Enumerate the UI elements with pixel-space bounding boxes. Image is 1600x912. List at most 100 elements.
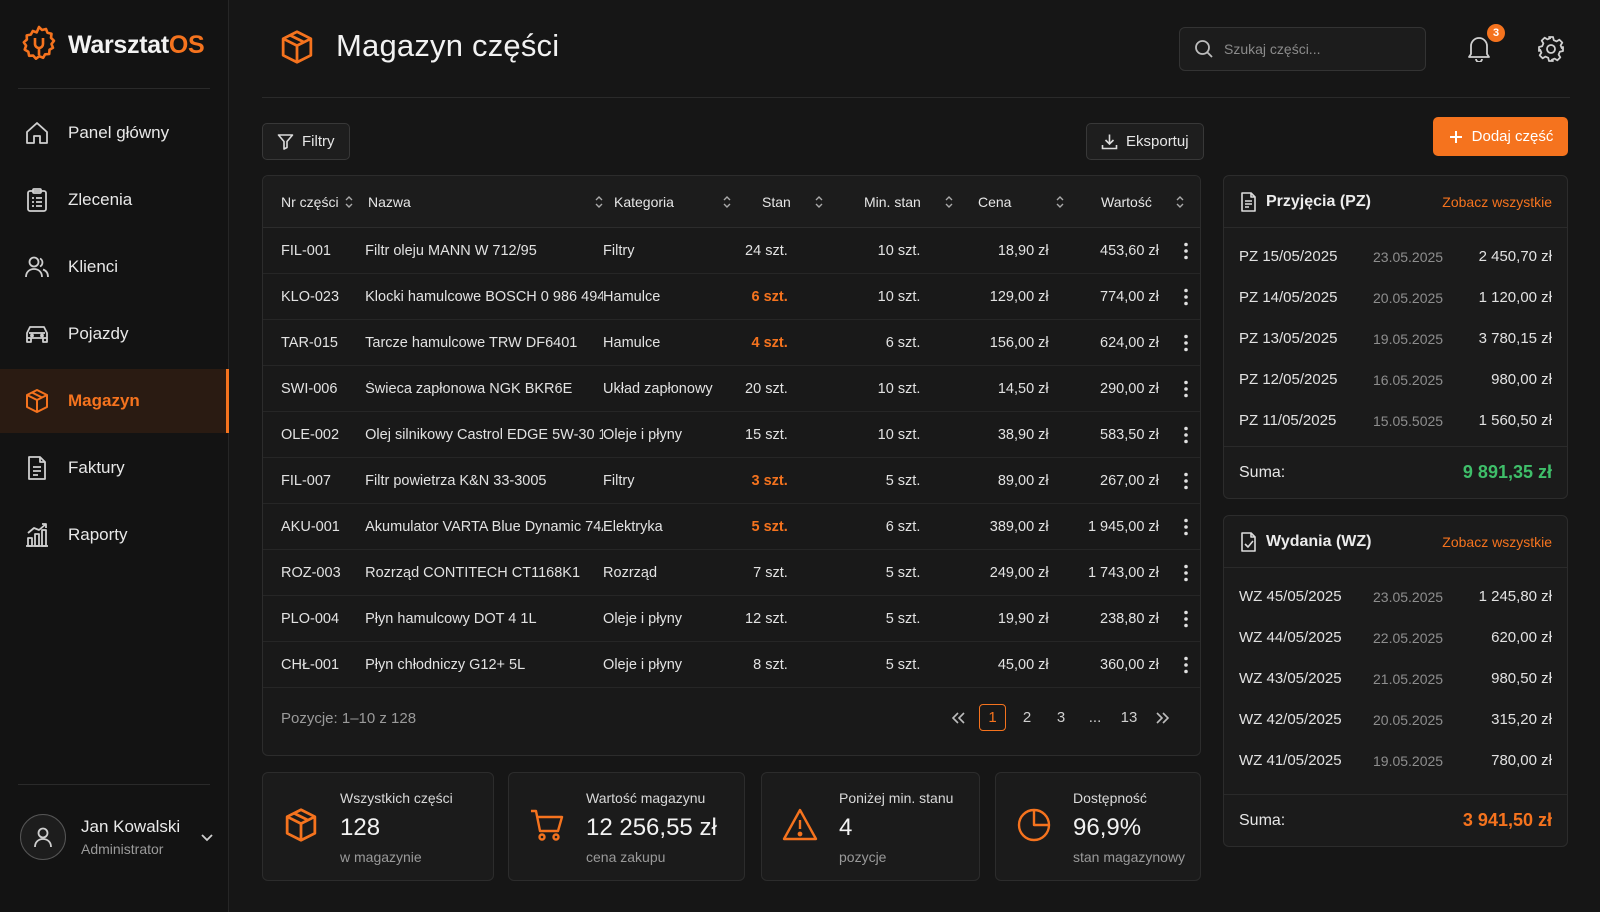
column-header-cena[interactable]: Cena — [960, 194, 1073, 210]
sidebar-item-zlecenia[interactable]: Zlecenia — [0, 168, 229, 232]
cell-category: Filtry — [603, 472, 635, 489]
document-date: 22.05.2025 — [1373, 629, 1444, 646]
clipboard-icon — [24, 187, 50, 213]
sidebar-item-klienci[interactable]: Klienci — [0, 235, 229, 299]
cell-value: 453,60 zł — [1100, 242, 1159, 259]
list-item[interactable]: PZ 11/05/2025 15.05.5025 1 560,50 zł — [1224, 400, 1567, 441]
header-divider — [262, 97, 1570, 98]
cell-part-number: OLE-002 — [281, 426, 340, 443]
more-options-icon[interactable] — [1173, 610, 1200, 628]
list-item[interactable]: PZ 14/05/2025 20.05.2025 1 120,00 zł — [1224, 277, 1567, 318]
download-icon — [1101, 133, 1118, 150]
page-button[interactable]: 1 — [979, 704, 1006, 731]
more-options-icon[interactable] — [1173, 334, 1200, 352]
sort-icon — [594, 195, 604, 209]
table-row[interactable]: FIL-007 Filtr powietrza K&N 33-3005 Filtry… — [263, 458, 1200, 504]
user-menu[interactable]: Jan Kowalski Administrator — [20, 810, 215, 864]
page-button[interactable]: ... — [1078, 704, 1112, 731]
sidebar-item-magazyn[interactable]: Magazyn — [0, 369, 229, 433]
search-input[interactable] — [1224, 41, 1404, 57]
cell-part-number: PLO-004 — [281, 610, 340, 627]
document-export-icon — [1239, 531, 1258, 552]
user-name: Jan Kowalski — [81, 817, 181, 836]
stat-label: Wszystkich części — [340, 790, 453, 806]
sidebar-item-faktury[interactable]: Faktury — [0, 436, 229, 500]
cell-name: Tarcze hamulcowe TRW DF6401 — [365, 334, 578, 351]
filter-button[interactable]: Filtry — [262, 123, 350, 160]
document-number: PZ 11/05/2025 — [1239, 412, 1337, 429]
warning-icon — [782, 807, 818, 843]
table-row[interactable]: TAR-015 Tarcze hamulcowe TRW DF6401 Hamulc… — [263, 320, 1200, 366]
more-options-icon[interactable] — [1173, 518, 1200, 536]
cell-category: Oleje i płyny — [603, 426, 683, 443]
add-part-button[interactable]: Dodaj część — [1433, 117, 1568, 156]
cell-value: 238,80 zł — [1100, 610, 1159, 627]
last-page-icon[interactable] — [1146, 704, 1180, 731]
list-item[interactable]: PZ 12/05/2025 16.05.2025 980,00 zł — [1224, 359, 1567, 400]
table-row[interactable]: ROZ-003 Rozrząd CONTITECH CT1168K1 Rozrząd… — [263, 550, 1200, 596]
cell-category: Hamulce — [603, 288, 661, 305]
page-button[interactable]: 13 — [1112, 704, 1146, 731]
table-row[interactable]: KLO-023 Klocki hamulcowe BOSCH 0 986 494 … — [263, 274, 1200, 320]
list-item[interactable]: WZ 44/05/2025 22.05.2025 620,00 zł — [1224, 617, 1567, 658]
list-item[interactable]: PZ 13/05/2025 19.05.2025 3 780,15 zł — [1224, 318, 1567, 359]
cell-name: Klocki hamulcowe BOSCH 0 986 494 245 — [365, 288, 604, 305]
list-item[interactable]: WZ 42/05/2025 20.05.2025 315,20 zł — [1224, 699, 1567, 740]
sidebar-divider — [18, 784, 210, 785]
app-logo[interactable]: WarsztatOS — [18, 22, 205, 68]
sidebar-divider — [18, 88, 210, 89]
column-header-wartosc[interactable]: Wartość — [1073, 194, 1187, 210]
cell-price: 19,90 zł — [997, 610, 1049, 627]
table-row[interactable]: OLE-002 Olej silnikowy Castrol EDGE 5W-30… — [263, 412, 1200, 458]
sidebar-item-pojazdy[interactable]: Pojazdy — [0, 302, 229, 366]
document-number: PZ 14/05/2025 — [1239, 289, 1338, 306]
see-all-receipts-link[interactable]: Zobacz wszystkie — [1442, 194, 1552, 210]
stat-label: Poniżej min. stanu — [839, 790, 954, 806]
column-header-nr[interactable]: Nr części — [263, 194, 368, 210]
cell-name: Świeca zapłonowa NGK BKR6E — [365, 380, 573, 397]
table-row[interactable]: FIL-001 Filtr oleju MANN W 712/95 Filtry 24… — [263, 228, 1200, 274]
sidebar-item-raporty[interactable]: Raporty — [0, 503, 229, 567]
table-row[interactable]: AKU-001 Akumulator VARTA Blue Dynamic 74A… — [263, 504, 1200, 550]
see-all-issues-link[interactable]: Zobacz wszystkie — [1442, 534, 1552, 550]
more-options-icon[interactable] — [1173, 288, 1200, 306]
more-options-icon[interactable] — [1173, 472, 1200, 490]
more-options-icon[interactable] — [1173, 426, 1200, 444]
issues-list: WZ 45/05/2025 23.05.2025 1 245,80 zł WZ 44/… — [1224, 568, 1567, 781]
table-row[interactable]: PLO-004 Płyn hamulcowy DOT 4 1L Oleje i pł… — [263, 596, 1200, 642]
table-row[interactable]: SWI-006 Świeca zapłonowa NGK BKR6E Układ z… — [263, 366, 1200, 412]
list-item[interactable]: WZ 41/05/2025 19.05.2025 780,00 zł — [1224, 740, 1567, 781]
cell-category: Oleje i płyny — [603, 610, 683, 627]
column-header-nazwa[interactable]: Nazwa — [368, 194, 614, 210]
cell-min-stock: 10 szt. — [877, 380, 921, 397]
page-title: Magazyn części — [336, 28, 560, 63]
more-options-icon[interactable] — [1173, 564, 1200, 582]
panel-title: Przyjęcia (PZ) — [1266, 192, 1371, 210]
more-options-icon[interactable] — [1173, 242, 1200, 260]
more-options-icon[interactable] — [1173, 380, 1200, 398]
sidebar-item-panel-glowny[interactable]: Panel główny — [0, 101, 229, 165]
cell-part-number: CHŁ-001 — [281, 656, 340, 673]
user-info: Jan Kowalski Administrator — [81, 817, 199, 857]
cell-part-number: AKU-001 — [281, 518, 340, 535]
document-number: PZ 13/05/2025 — [1239, 330, 1338, 347]
first-page-icon[interactable] — [941, 704, 975, 731]
page-button[interactable]: 2 — [1010, 704, 1044, 731]
cell-stock: 4 szt. — [751, 334, 788, 351]
list-item[interactable]: PZ 15/05/2025 23.05.2025 2 450,70 zł — [1224, 236, 1567, 277]
gear-icon[interactable] — [1537, 35, 1565, 63]
list-item[interactable]: WZ 45/05/2025 23.05.2025 1 245,80 zł — [1224, 576, 1567, 617]
column-header-kategoria[interactable]: Kategoria — [614, 194, 742, 210]
chevron-down-icon[interactable] — [199, 829, 215, 845]
list-item[interactable]: WZ 43/05/2025 21.05.2025 980,50 zł — [1224, 658, 1567, 699]
export-button[interactable]: Eksportuj — [1086, 123, 1204, 160]
table-row[interactable]: CHŁ-001 Płyn chłodniczy G12+ 5L Oleje i pł… — [263, 642, 1200, 688]
search-box[interactable] — [1179, 27, 1426, 71]
more-options-icon[interactable] — [1173, 656, 1200, 674]
box-icon — [283, 807, 319, 843]
column-header-min-stan[interactable]: Min. stan — [838, 194, 960, 210]
column-header-stan[interactable]: Stan — [742, 194, 838, 210]
stat-subtitle: w magazynie — [340, 849, 422, 865]
document-amount: 780,00 zł — [1491, 752, 1552, 769]
page-button[interactable]: 3 — [1044, 704, 1078, 731]
